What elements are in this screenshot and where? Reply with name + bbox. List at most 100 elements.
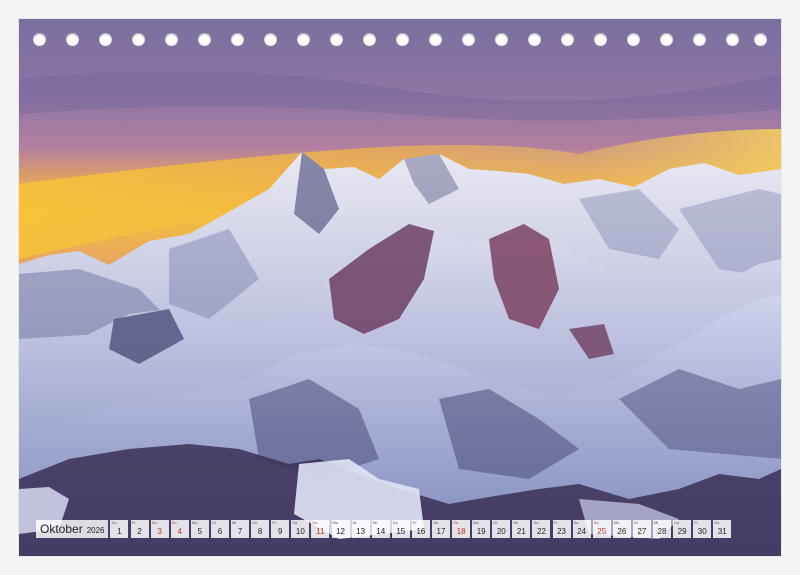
day-number: 16 <box>416 527 426 536</box>
day-cell: Do 15 <box>391 520 410 538</box>
binding-hole <box>561 33 574 46</box>
day-cell: Fr 9 <box>271 520 290 538</box>
calendar-page: Oktober 2026 Do 1 Fr 2 Sa 3 So 4 Mo 5 Di 6 Mi 7 Do 8 Fr 9… <box>0 0 800 575</box>
month-label: Oktober 2026 <box>36 520 109 538</box>
day-of-week: Fr <box>412 520 417 525</box>
spiral-binding <box>19 33 781 51</box>
binding-hole <box>132 33 145 46</box>
day-cell: Di 27 <box>632 520 651 538</box>
day-number: 25 <box>597 527 607 536</box>
day-cell: Mi 7 <box>231 520 250 538</box>
day-cell: So 25 <box>592 520 611 538</box>
day-of-week: Sa <box>151 520 157 525</box>
day-cell: So 11 <box>311 520 330 538</box>
day-cell: Sa 10 <box>291 520 310 538</box>
binding-hole <box>429 33 442 46</box>
day-cell: Sa 24 <box>572 520 591 538</box>
day-of-week: Mi <box>654 520 659 525</box>
day-number: 11 <box>316 527 325 536</box>
day-number: 15 <box>396 527 406 536</box>
day-of-week: Di <box>352 520 357 525</box>
binding-hole <box>693 33 706 46</box>
day-of-week: Do <box>533 520 539 525</box>
month-name: Oktober <box>40 522 83 536</box>
day-number: 12 <box>336 527 345 536</box>
binding-hole <box>528 33 541 46</box>
day-number: 8 <box>257 527 263 536</box>
day-of-week: Mo <box>613 520 620 525</box>
binding-hole <box>396 33 409 46</box>
binding-hole <box>627 33 640 46</box>
day-of-week: Di <box>211 520 216 525</box>
day-number: 30 <box>697 527 707 536</box>
day-of-week: Mo <box>191 520 198 525</box>
day-cell: Di 20 <box>492 520 511 538</box>
day-number: 19 <box>476 527 486 536</box>
binding-hole <box>363 33 376 46</box>
day-cell: Fr 2 <box>130 520 149 538</box>
calendar-strip: Oktober 2026 Do 1 Fr 2 Sa 3 So 4 Mo 5 Di 6 Mi 7 Do 8 Fr 9… <box>36 519 764 539</box>
day-cell: Sa 17 <box>431 520 450 538</box>
binding-hole <box>231 33 244 46</box>
day-of-week: Sa <box>292 520 298 525</box>
day-cell: Do 22 <box>532 520 551 538</box>
day-number: 14 <box>376 527 386 536</box>
binding-hole <box>264 33 277 46</box>
day-cell: Mo 19 <box>472 520 491 538</box>
day-cell: Di 6 <box>210 520 229 538</box>
day-cell: Mi 28 <box>653 520 672 538</box>
day-cell: Di 13 <box>351 520 370 538</box>
day-number: 29 <box>677 527 687 536</box>
day-of-week: Fr <box>553 520 558 525</box>
day-cell: So 4 <box>170 520 189 538</box>
binding-hole <box>660 33 673 46</box>
day-of-week: Do <box>252 520 258 525</box>
binding-hole <box>99 33 112 46</box>
binding-hole <box>495 33 508 46</box>
day-number: 4 <box>177 527 182 536</box>
day-of-week: Fr <box>694 520 698 525</box>
day-of-week: So <box>593 520 599 525</box>
binding-hole <box>462 33 475 46</box>
day-of-week: Mo <box>473 520 479 525</box>
day-cell: Do 1 <box>110 520 129 538</box>
day-of-week: Mo <box>332 520 339 525</box>
day-number: 9 <box>278 527 283 536</box>
day-cell: Mo 12 <box>331 520 350 538</box>
day-number: 2 <box>137 527 142 536</box>
day-cell: Mi 21 <box>512 520 531 538</box>
day-of-week: Do <box>111 520 117 525</box>
day-of-week: Sa <box>432 520 438 525</box>
day-number: 26 <box>617 527 627 536</box>
day-cell: Mi 14 <box>371 520 390 538</box>
binding-hole <box>198 33 211 46</box>
day-cell: Sa 3 <box>150 520 169 538</box>
day-of-week: Di <box>493 520 498 525</box>
day-of-week: Mi <box>372 520 377 525</box>
day-number: 20 <box>496 527 506 536</box>
binding-hole <box>165 33 178 46</box>
day-of-week: Do <box>674 520 680 525</box>
day-number: 27 <box>637 527 647 536</box>
day-cell: So 18 <box>452 520 471 538</box>
mountain-photo <box>19 19 781 556</box>
day-cell: Fr 30 <box>693 520 712 538</box>
day-of-week: Sa <box>714 520 720 525</box>
day-of-week: Di <box>633 520 638 525</box>
day-number: 1 <box>117 527 122 536</box>
day-cell: Do 29 <box>673 520 692 538</box>
day-cell: Fr 16 <box>411 520 430 538</box>
binding-hole <box>33 33 46 46</box>
binding-hole <box>594 33 607 46</box>
day-of-week: Do <box>392 520 398 525</box>
binding-hole <box>66 33 79 46</box>
day-number: 23 <box>557 527 566 536</box>
day-number: 13 <box>356 527 366 536</box>
day-of-week: Sa <box>573 520 579 525</box>
day-cell: Do 8 <box>251 520 270 538</box>
day-number: 17 <box>436 527 446 536</box>
day-of-week: Mi <box>232 520 237 525</box>
day-number: 28 <box>657 527 667 536</box>
day-number: 22 <box>537 527 546 536</box>
day-cells: Do 1 Fr 2 Sa 3 So 4 Mo 5 Di 6 Mi 7 Do 8 Fr 9 Sa 10 So 11 Mo 12 D… <box>110 520 733 538</box>
